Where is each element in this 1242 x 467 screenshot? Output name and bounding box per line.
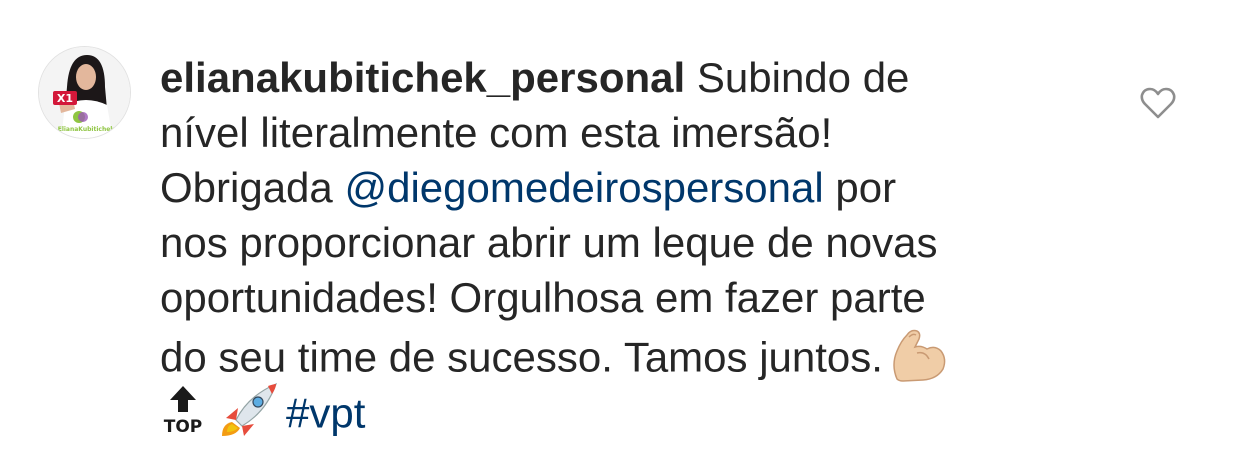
avatar[interactable]: X1 ElianaKubitichek	[38, 46, 131, 139]
comment-text: do seu time de sucesso. Tamos juntos.	[160, 333, 883, 381]
comment-line-4: nos proporcionar abrir um leque de novas	[160, 219, 938, 266]
flexed-biceps-icon	[887, 325, 949, 396]
top-arrow-icon: TOP	[160, 384, 206, 449]
comment-line-7: TOP #vpt	[160, 382, 1090, 437]
comment-row: X1 ElianaKubitichek elianakubitichek_per…	[0, 0, 1242, 467]
comment-line-5: oportunidades! Orgulhosa em fazer parte	[160, 274, 926, 321]
comment-text: Obrigada	[160, 164, 345, 211]
comment-text: Subindo de	[685, 54, 910, 101]
comment-line-2: nível literalmente com esta imersão!	[160, 109, 833, 156]
comment-text: por	[823, 164, 897, 211]
comment-line-1: elianakubitichek_personal Subindo de	[160, 50, 1090, 105]
heart-outline-icon[interactable]	[1140, 86, 1176, 120]
comment-username[interactable]: elianakubitichek_personal	[160, 54, 685, 101]
comment-line-3: Obrigada @diegomedeirospersonal por	[160, 160, 1090, 215]
svg-text:X1: X1	[57, 92, 73, 105]
avatar-logo-text: ElianaKubitichek	[58, 126, 116, 133]
hashtag-link[interactable]: #vpt	[286, 390, 365, 437]
top-label: TOP	[164, 417, 203, 436]
mention-link[interactable]: @diegomedeirospersonal	[344, 164, 823, 211]
comment-line-6: do seu time de sucesso. Tamos juntos.	[160, 325, 1090, 382]
rocket-icon	[218, 382, 280, 451]
comment-body: elianakubitichek_personal Subindo de nív…	[160, 50, 1090, 437]
